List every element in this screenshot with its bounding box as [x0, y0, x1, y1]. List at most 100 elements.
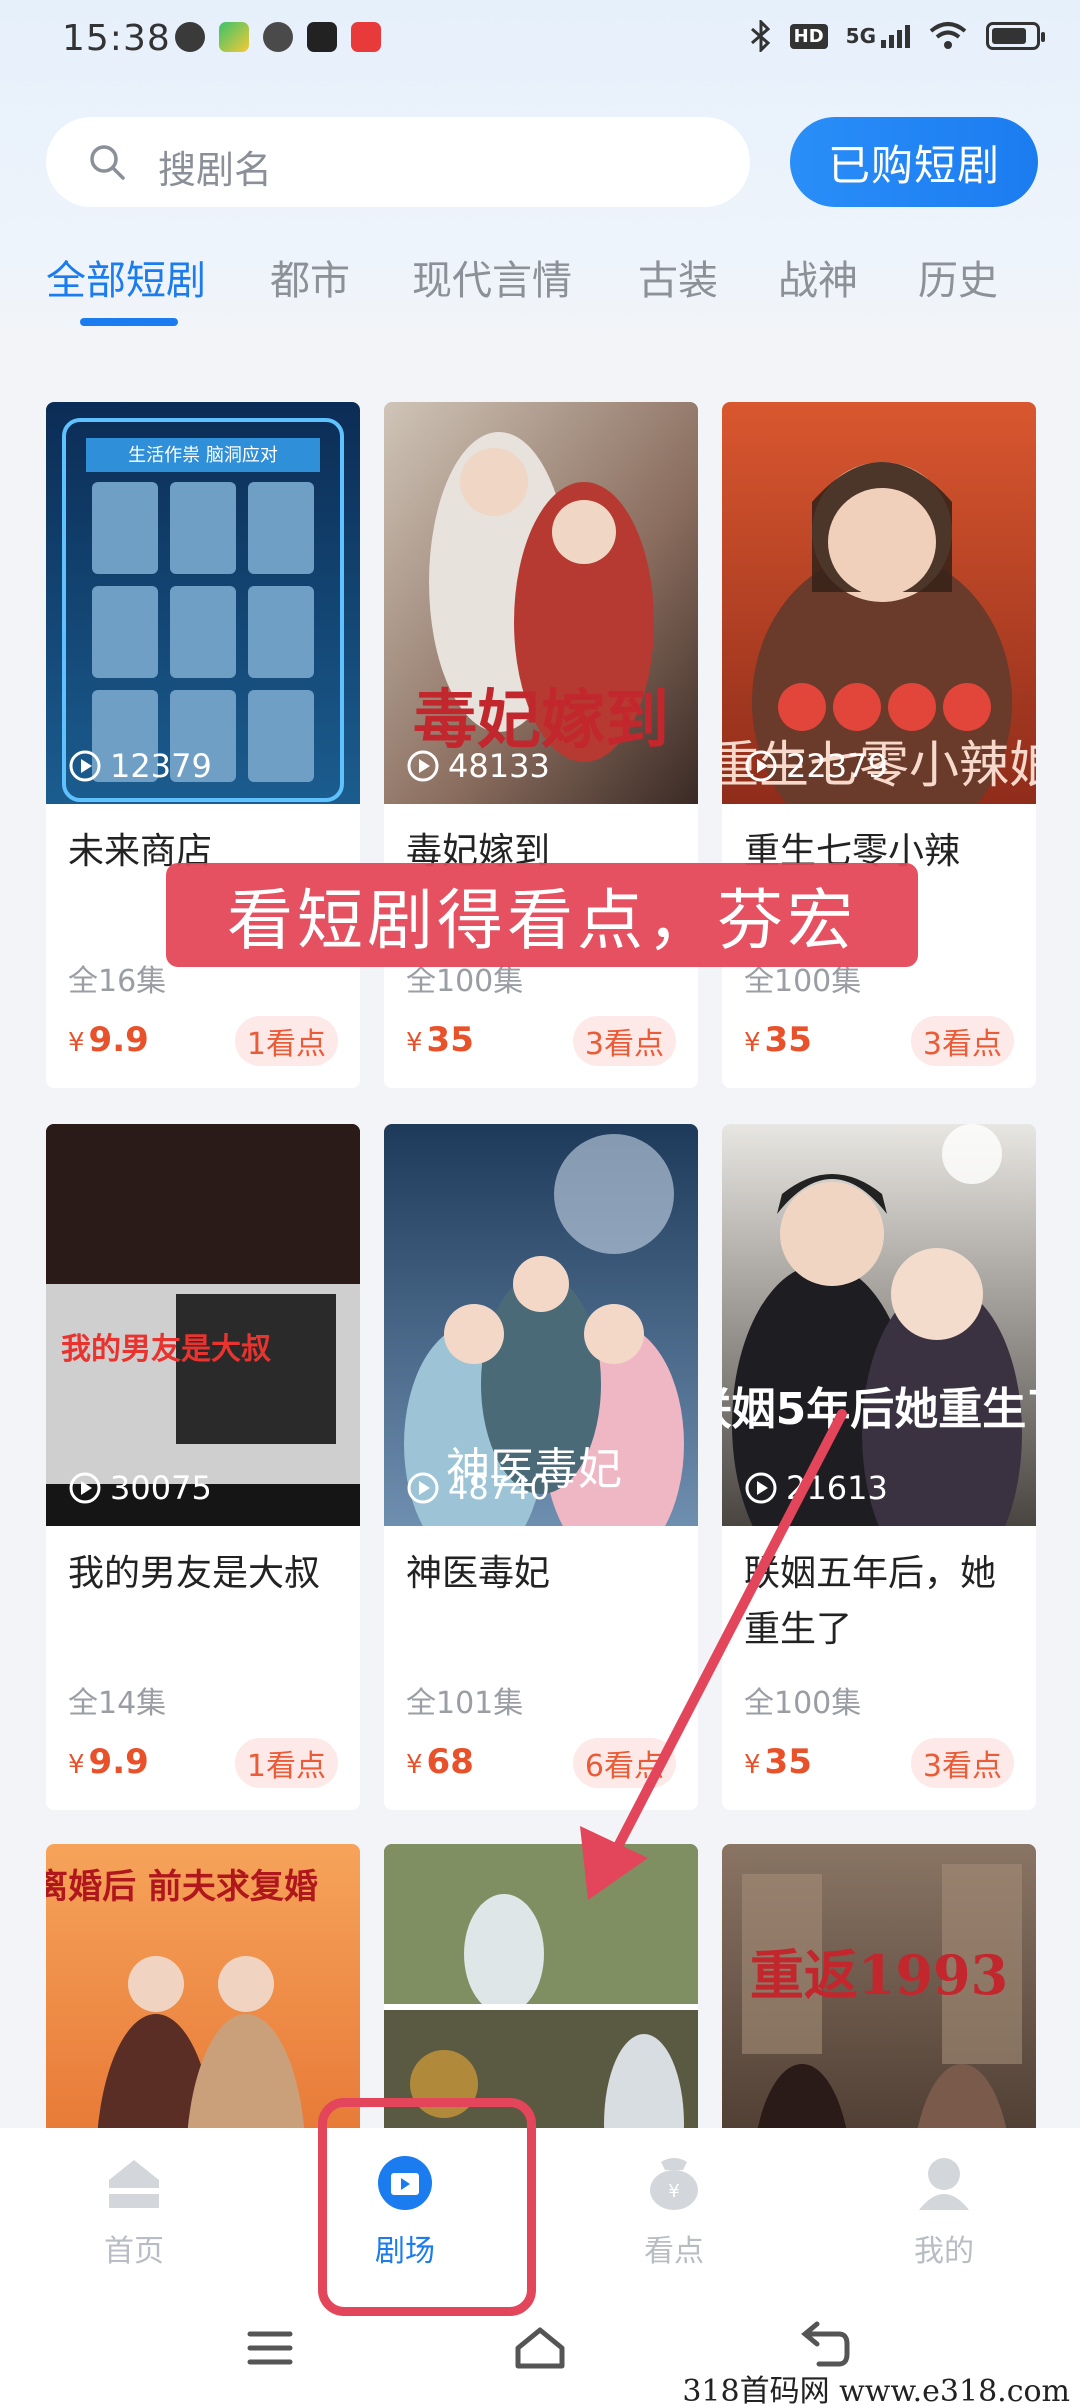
video-app-icon — [219, 22, 249, 52]
status-bar: 15:38 HD 5G — [0, 0, 1080, 80]
nav-home[interactable]: 首页 — [64, 2152, 204, 2270]
search-placeholder: 搜剧名 — [158, 148, 273, 192]
play-icon — [745, 1472, 777, 1504]
view-count-value: 48133 — [448, 747, 550, 785]
poster-caption: 联姻5年后她重生了 — [722, 1384, 1036, 1435]
network-type-label: 5G — [845, 24, 876, 48]
search-icon — [90, 145, 125, 180]
price-value: 9.9 — [88, 1742, 149, 1782]
tab-history[interactable]: 历史 — [918, 248, 998, 306]
price-value: 35 — [426, 1020, 474, 1060]
episode-count: 全101集 — [406, 1686, 524, 1721]
home-button-icon[interactable] — [510, 2318, 570, 2378]
currency-symbol: ¥ — [68, 1028, 85, 1058]
nav-label: 我的 — [914, 2234, 974, 2269]
tab-costume[interactable]: 古装 — [638, 248, 718, 306]
drama-card[interactable]: 重生七零小辣娘 22379 重生七零小辣 全100集 ¥35 3看点 — [722, 402, 1036, 1088]
globe-icon — [175, 22, 205, 52]
poster-image: 联姻5年后她重生了 — [722, 1124, 1036, 1526]
tab-urban[interactable]: 都市 — [270, 248, 350, 306]
watermark-text: 318首码网 www.e318.com — [682, 2374, 1070, 2408]
drama-card[interactable]: 生活作祟 脑洞应对 12379 未来商店 全16集 ¥9.9 1看点 — [46, 402, 360, 1088]
view-count-value: 12379 — [110, 747, 212, 785]
nav-profile[interactable]: 我的 — [874, 2152, 1014, 2270]
play-icon — [69, 1472, 101, 1504]
status-app-icons — [175, 22, 381, 52]
price: ¥9.9 — [68, 1742, 149, 1782]
poster-image: 毒妃嫁到 — [384, 402, 698, 804]
episode-count: 全100集 — [744, 1686, 862, 1721]
signal-indicator: 5G — [846, 24, 910, 48]
bluetooth-icon — [750, 20, 770, 52]
currency-symbol: ¥ — [406, 1028, 423, 1058]
points-badge: 3看点 — [572, 1016, 676, 1066]
purchased-dramas-button[interactable]: 已购短剧 — [790, 117, 1038, 207]
episode-count: 全14集 — [68, 1686, 167, 1721]
compass-icon — [263, 22, 293, 52]
price: ¥35 — [744, 1742, 812, 1782]
tab-romance[interactable]: 现代言情 — [412, 248, 572, 306]
price-value: 35 — [764, 1742, 812, 1782]
battery-icon — [986, 22, 1045, 50]
poster-image: 我的男友是大叔 — [46, 1124, 360, 1526]
price: ¥35 — [744, 1020, 812, 1060]
drama-card[interactable]: 重返1993 — [722, 1844, 1036, 2144]
poster-caption: 生活作祟 脑洞应对 — [128, 445, 278, 466]
drama-title: 我的男友是大叔 — [68, 1553, 321, 1594]
points-badge: 3看点 — [910, 1738, 1014, 1788]
view-count: 48133 — [406, 747, 550, 785]
poster-image: 重返1993 — [722, 1844, 1036, 2144]
price-value: 9.9 — [88, 1020, 149, 1060]
nav-points[interactable]: ¥ 看点 — [604, 2152, 744, 2270]
price-value: 68 — [426, 1742, 474, 1782]
view-count: 21613 — [744, 1469, 888, 1507]
view-count: 22379 — [744, 747, 888, 785]
view-count: 30075 — [68, 1469, 212, 1507]
price: ¥68 — [406, 1742, 474, 1782]
points-badge: 3看点 — [910, 1016, 1014, 1066]
drama-title: 神医毒妃 — [406, 1553, 551, 1594]
currency-symbol: ¥ — [406, 1750, 423, 1780]
view-count-value: 48740 — [448, 1469, 550, 1507]
drama-card[interactable]: 我的男友是大叔 30075 我的男友是大叔 全14集 ¥9.9 1看点 — [46, 1124, 360, 1810]
view-count: 48740 — [406, 1469, 550, 1507]
price: ¥35 — [406, 1020, 474, 1060]
tab-war-god[interactable]: 战神 — [778, 248, 858, 306]
currency-symbol: ¥ — [744, 1028, 761, 1058]
play-icon — [745, 750, 777, 782]
active-tab-indicator — [80, 318, 178, 326]
status-indicators: HD 5G — [750, 20, 1045, 52]
nav-label: 看点 — [644, 2234, 704, 2269]
promo-overlay-banner: 看短剧得看点，芬宏 — [166, 863, 918, 967]
drama-card[interactable]: 神医毒妃 48740 神医毒妃 全101集 ¥68 6看点 — [384, 1124, 698, 1810]
points-icon: ¥ — [650, 2158, 698, 2210]
view-count-value: 22379 — [786, 747, 888, 785]
price: ¥9.9 — [68, 1020, 149, 1060]
search-bar[interactable]: 搜剧名 — [46, 117, 750, 207]
tab-all[interactable]: 全部短剧 — [46, 248, 206, 306]
poster-image: 神医毒妃 — [384, 1124, 698, 1526]
annotation-highlight-box — [318, 2098, 536, 2316]
poster-image: 重生七零小辣娘 — [722, 402, 1036, 804]
drama-card[interactable]: 联姻5年后她重生了 21613 联姻五年后，她重生了 全100集 ¥35 3看点 — [722, 1124, 1036, 1810]
points-badge: 6看点 — [572, 1738, 676, 1788]
play-icon — [407, 1472, 439, 1504]
currency-symbol: ¥ — [68, 1750, 85, 1780]
poster-caption: 重返1993 — [750, 1943, 1008, 2007]
menu-icon[interactable] — [240, 2318, 300, 2378]
svg-text:¥: ¥ — [668, 2181, 679, 2202]
status-time: 15:38 — [62, 18, 171, 59]
hd-badge: HD — [789, 23, 828, 49]
view-count-value: 30075 — [110, 1469, 212, 1507]
points-badge: 1看点 — [234, 1016, 338, 1066]
drama-card[interactable]: 离婚后 前夫求复婚 — [46, 1844, 360, 2144]
view-count: 12379 — [68, 747, 212, 785]
home-icon — [109, 2160, 159, 2208]
currency-symbol: ¥ — [744, 1750, 761, 1780]
view-count-value: 21613 — [786, 1469, 888, 1507]
poster-image: 生活作祟 脑洞应对 — [46, 402, 360, 804]
drama-card[interactable]: 毒妃嫁到 48133 毒妃嫁到 全100集 ¥35 3看点 — [384, 402, 698, 1088]
price-value: 35 — [764, 1020, 812, 1060]
nav-label: 首页 — [104, 2234, 164, 2269]
episode-count: 全16集 — [68, 964, 167, 999]
